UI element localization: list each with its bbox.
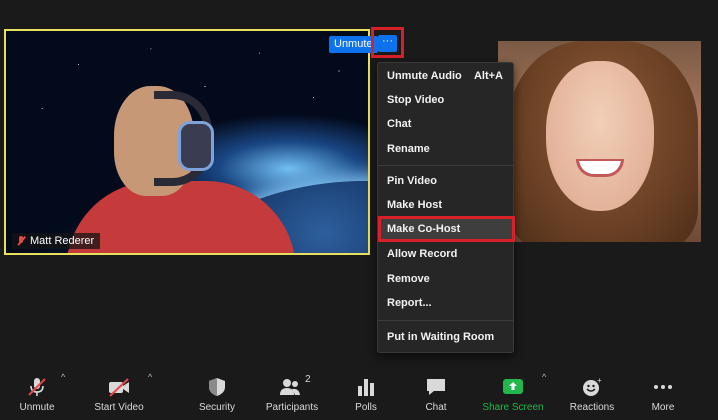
participants-icon — [280, 379, 300, 395]
participant-face — [546, 61, 654, 211]
svg-text:+: + — [597, 376, 602, 385]
headset-earcup — [178, 121, 214, 171]
polls-label: Polls — [355, 402, 377, 413]
menu-item-label: Chat — [387, 118, 412, 130]
menu-item-label: Make Host — [387, 199, 443, 211]
muted-microphone-icon — [28, 378, 46, 396]
start-video-button[interactable]: Start Video — [92, 376, 146, 418]
smiley-plus-icon: + — [583, 376, 602, 396]
menu-separator — [378, 320, 513, 321]
menu-item-label: Rename — [387, 143, 430, 155]
chat-button[interactable]: Chat — [420, 376, 452, 418]
menu-separator — [378, 165, 513, 166]
menu-item-put-in-waiting-room[interactable]: Put in Waiting Room — [378, 326, 515, 348]
menu-item-make-host[interactable]: Make Host — [378, 194, 513, 216]
share-options-chevron-icon[interactable]: ^ — [542, 372, 552, 382]
tile-more-button[interactable]: ··· — [378, 35, 397, 52]
menu-item-label: Pin Video — [387, 175, 437, 187]
share-screen-button[interactable]: Share Screen — [481, 376, 545, 418]
menu-item-label: Put in Waiting Room — [387, 331, 495, 343]
audio-options-chevron-icon[interactable]: ^ — [61, 372, 71, 382]
menu-item-rename[interactable]: Rename — [378, 138, 513, 160]
shield-icon — [209, 378, 225, 396]
menu-item-report[interactable]: Report... — [378, 292, 515, 314]
menu-item-label: Allow Record — [387, 248, 458, 260]
share-screen-icon — [503, 379, 523, 394]
unmute-button[interactable]: Unmute — [17, 376, 57, 418]
muted-mic-icon — [16, 235, 26, 247]
participant-name: Matt Rederer — [30, 235, 95, 247]
participants-count-badge: 2 — [305, 374, 311, 385]
security-label: Security — [198, 402, 236, 413]
make-co-host-highlight — [378, 216, 515, 242]
unmute-label: Unmute — [19, 402, 55, 413]
menu-item-label: Stop Video — [387, 94, 445, 106]
bar-chart-icon — [358, 379, 374, 396]
meeting-toolbar: Unmute ^ Start Video ^ Security 2 Partic… — [0, 370, 718, 420]
video-tile-active-speaker[interactable]: Matt Rederer — [4, 29, 370, 255]
share-screen-label: Share Screen — [482, 402, 544, 413]
reactions-button[interactable]: + Reactions — [568, 376, 616, 418]
menu-item-shortcut: Alt+A — [473, 70, 503, 82]
menu-item-label: Report... — [387, 297, 432, 309]
participant-name-tag: Matt Rederer — [12, 233, 101, 249]
more-button[interactable]: More — [648, 376, 678, 418]
menu-item-label: Remove — [387, 273, 430, 285]
more-label: More — [651, 402, 675, 413]
reactions-label: Reactions — [569, 402, 615, 413]
menu-item-unmute-audio[interactable]: Unmute Audio Alt+A — [378, 65, 513, 87]
menu-item-stop-video[interactable]: Stop Video — [378, 89, 513, 111]
video-tile-participant[interactable] — [498, 41, 701, 242]
participants-label: Participants — [265, 402, 319, 413]
menu-item-remove[interactable]: Remove — [378, 268, 515, 290]
zoom-meeting-window: Matt Rederer Unmute ··· Unmute Audio Alt… — [0, 0, 718, 420]
ellipsis-icon — [654, 385, 672, 389]
chat-bubble-icon — [427, 379, 445, 395]
video-off-icon — [109, 378, 129, 397]
security-button[interactable]: Security — [197, 376, 237, 418]
menu-item-pin-video[interactable]: Pin Video — [378, 170, 513, 192]
start-video-label: Start Video — [94, 402, 144, 413]
menu-item-allow-record[interactable]: Allow Record — [378, 243, 515, 265]
polls-button[interactable]: Polls — [348, 376, 384, 418]
menu-item-label: Unmute Audio — [387, 70, 462, 82]
participants-button[interactable]: 2 Participants — [263, 374, 321, 418]
chat-label: Chat — [425, 402, 447, 413]
menu-item-chat[interactable]: Chat — [378, 113, 513, 135]
video-options-chevron-icon[interactable]: ^ — [148, 372, 158, 382]
